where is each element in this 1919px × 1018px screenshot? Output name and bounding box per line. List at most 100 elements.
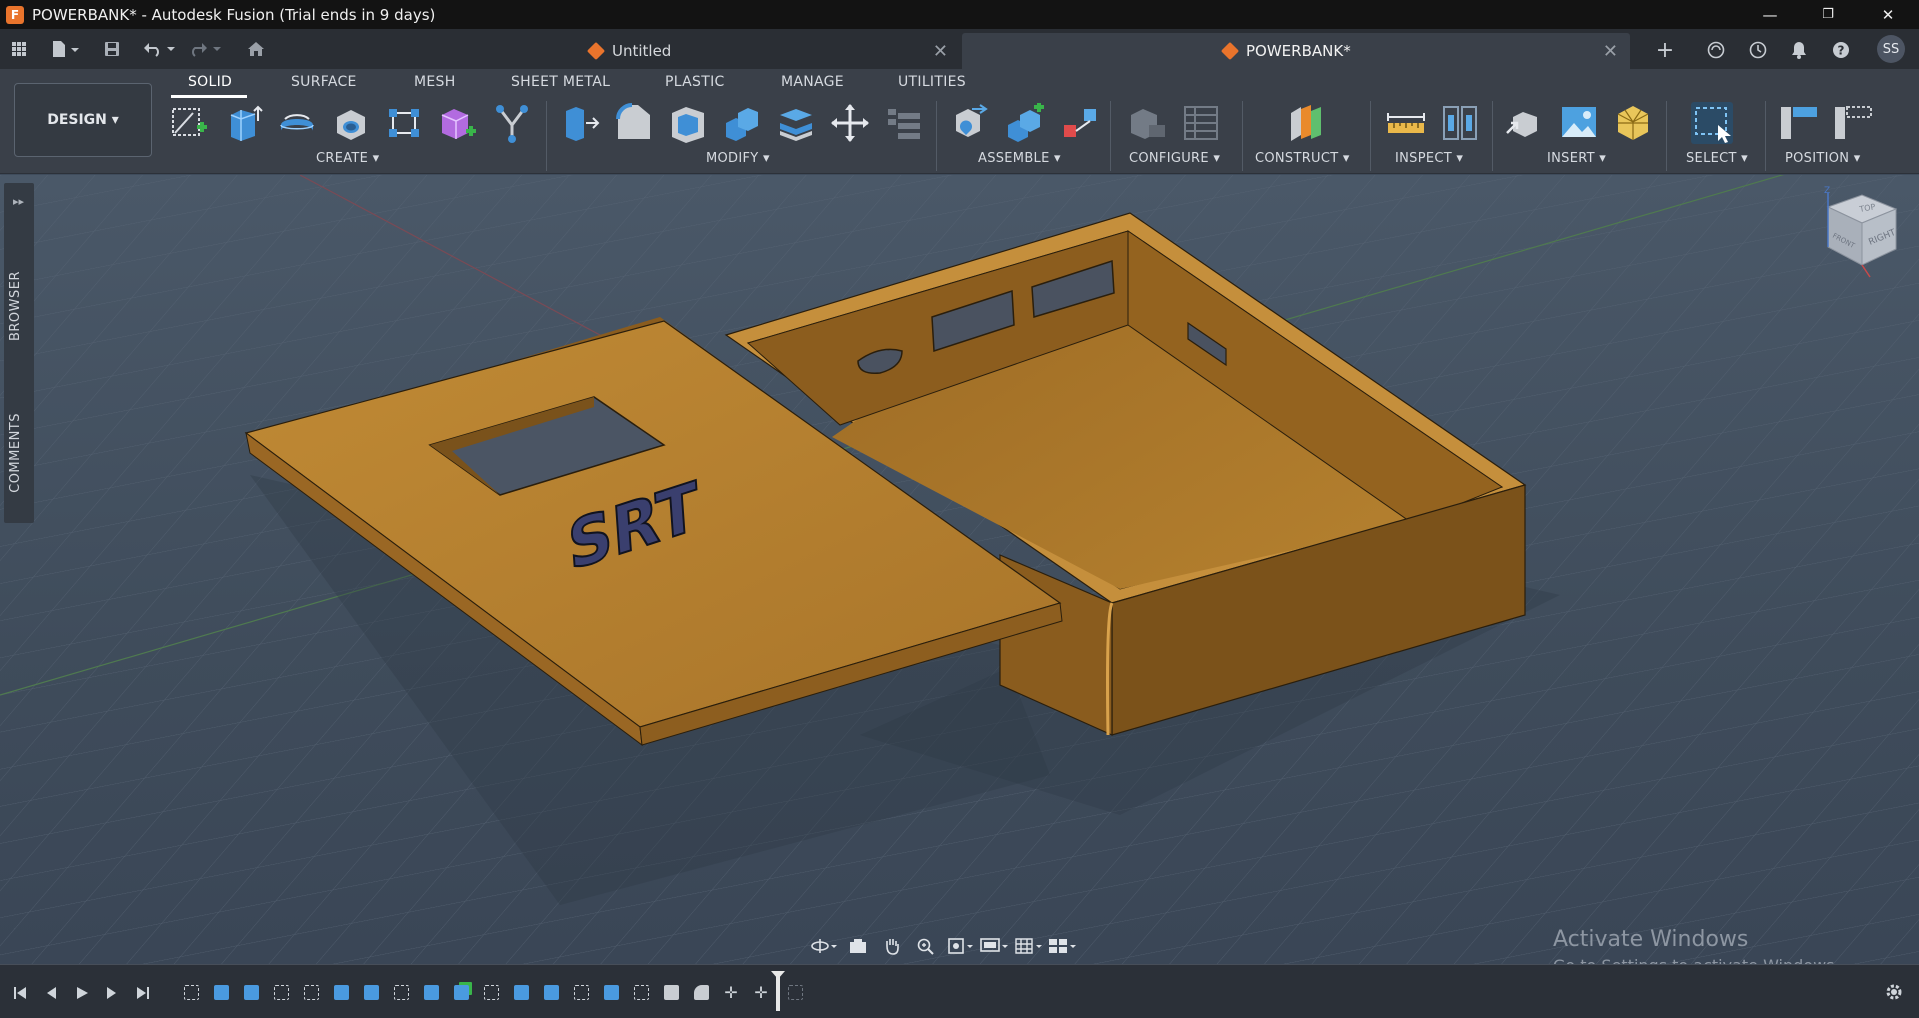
as-built-joint-tool[interactable] <box>1059 102 1101 144</box>
timeline-component-feature[interactable] <box>451 981 471 1003</box>
group-create-label[interactable]: CREATE ▾ <box>316 151 379 166</box>
offset-plane-tool[interactable] <box>1286 102 1328 144</box>
timeline-move-feature[interactable]: ✛ <box>721 981 741 1003</box>
joint-tool[interactable] <box>1005 102 1047 144</box>
tab-sheet-metal[interactable]: SHEET METAL <box>511 74 610 90</box>
hole-tool[interactable] <box>330 102 372 144</box>
combine-tool[interactable] <box>721 102 763 144</box>
move-copy-tool[interactable] <box>829 102 871 144</box>
group-configure-label[interactable]: CONFIGURE ▾ <box>1129 151 1220 166</box>
timeline-shell-feature[interactable] <box>661 981 681 1003</box>
orbit-icon[interactable] <box>810 934 838 958</box>
timeline-sketch-feature[interactable] <box>391 981 411 1003</box>
zoom-icon[interactable] <box>912 934 940 958</box>
offset-face-tool[interactable] <box>775 102 817 144</box>
timeline-extrude-feature[interactable] <box>331 981 351 1003</box>
tab-untitled[interactable]: Untitled ✕ <box>560 33 960 69</box>
derive-tool[interactable] <box>491 102 533 144</box>
create-form-tool[interactable] <box>437 102 479 144</box>
timeline-extrude-feature[interactable] <box>601 981 621 1003</box>
timeline-sketch-feature[interactable] <box>481 981 501 1003</box>
go-to-start-icon[interactable] <box>9 983 31 1003</box>
viewports-icon[interactable] <box>1048 934 1076 958</box>
change-parameters-tool[interactable] <box>883 102 925 144</box>
timeline-move-feature[interactable]: ✛ <box>751 981 771 1003</box>
fit-view-icon[interactable] <box>946 934 974 958</box>
3d-viewport[interactable]: SRT ▸▸ BROWSER COMMENTS TOP RIGHT FRONT … <box>0 175 1919 964</box>
tab-solid[interactable]: SOLID <box>188 74 232 90</box>
capture-position-tool[interactable] <box>1778 102 1820 144</box>
canvas-image-tool[interactable] <box>1558 102 1600 144</box>
group-modify-label[interactable]: MODIFY ▾ <box>706 151 770 166</box>
minimize-button[interactable]: — <box>1742 0 1798 29</box>
timeline-sketch-feature[interactable] <box>785 981 805 1003</box>
go-to-end-icon[interactable] <box>132 983 154 1003</box>
section-analysis-tool[interactable] <box>1439 102 1481 144</box>
select-tool[interactable] <box>1691 102 1733 144</box>
file-icon[interactable] <box>48 37 82 61</box>
timeline-extrude-feature[interactable] <box>511 981 531 1003</box>
group-inspect-label[interactable]: INSPECT ▾ <box>1395 151 1463 166</box>
measure-tool[interactable] <box>1385 102 1427 144</box>
look-at-icon[interactable] <box>844 934 872 958</box>
new-component-tool[interactable] <box>951 102 993 144</box>
tab-powerbank[interactable]: POWERBANK* ✕ <box>962 33 1630 69</box>
timeline-extrude-feature[interactable] <box>361 981 381 1003</box>
expand-panel-icon[interactable]: ▸▸ <box>13 195 24 208</box>
tab-surface[interactable]: SURFACE <box>291 74 357 90</box>
help-icon[interactable]: ? <box>1829 38 1853 62</box>
timeline-sketch-feature[interactable] <box>301 981 321 1003</box>
notifications-bell-icon[interactable] <box>1787 38 1811 62</box>
revolve-tool[interactable] <box>276 102 318 144</box>
fillet-tool[interactable] <box>613 102 655 144</box>
revert-position-tool[interactable] <box>1832 102 1874 144</box>
tab-manage[interactable]: MANAGE <box>781 74 844 90</box>
group-assemble-label[interactable]: ASSEMBLE ▾ <box>978 151 1061 166</box>
undo-icon[interactable] <box>142 37 178 61</box>
timeline-extrude-feature[interactable] <box>211 981 231 1003</box>
timeline-sketch-feature[interactable] <box>181 981 201 1003</box>
timeline-extrude-feature[interactable] <box>421 981 441 1003</box>
timeline-sketch-feature[interactable] <box>571 981 591 1003</box>
view-cube[interactable]: TOP RIGHT FRONT Z <box>1810 185 1910 285</box>
insert-mesh-tool[interactable] <box>1612 102 1654 144</box>
save-icon[interactable] <box>100 37 124 61</box>
configure-model-tool[interactable] <box>1126 102 1168 144</box>
timeline-settings-gear-icon[interactable] <box>1881 979 1907 1005</box>
timeline-sketch-feature[interactable] <box>631 981 651 1003</box>
close-tab-powerbank-icon[interactable]: ✕ <box>1603 41 1618 62</box>
step-forward-icon[interactable] <box>101 983 123 1003</box>
create-sketch-tool[interactable] <box>168 102 210 144</box>
extensions-icon[interactable] <box>1704 38 1728 62</box>
user-avatar[interactable]: SS <box>1877 35 1905 63</box>
browser-panel-tab[interactable]: BROWSER <box>8 271 23 341</box>
group-insert-label[interactable]: INSERT ▾ <box>1547 151 1606 166</box>
group-select-label[interactable]: SELECT ▾ <box>1686 151 1748 166</box>
rectangular-pattern-tool[interactable] <box>383 102 425 144</box>
timeline-extrude-feature[interactable] <box>541 981 561 1003</box>
timeline-extrude-feature[interactable] <box>241 981 261 1003</box>
display-settings-icon[interactable] <box>980 934 1008 958</box>
grid-settings-icon[interactable] <box>1014 934 1042 958</box>
configuration-table-tool[interactable] <box>1180 102 1222 144</box>
tab-plastic[interactable]: PLASTIC <box>665 74 725 90</box>
workspace-switcher-button[interactable]: DESIGN ▾ <box>14 83 152 157</box>
grid-icon[interactable] <box>8 37 30 61</box>
timeline-fillet-feature[interactable] <box>691 981 711 1003</box>
maximize-button[interactable]: ❐ <box>1800 0 1856 29</box>
home-icon[interactable] <box>244 37 268 61</box>
pan-hand-icon[interactable] <box>878 934 906 958</box>
model-canvas[interactable]: SRT <box>0 175 1919 964</box>
play-icon[interactable] <box>71 983 93 1003</box>
close-tab-untitled-icon[interactable]: ✕ <box>933 41 948 62</box>
step-back-icon[interactable] <box>40 983 62 1003</box>
redo-icon[interactable] <box>188 37 224 61</box>
group-position-label[interactable]: POSITION ▾ <box>1785 151 1861 166</box>
extrude-tool[interactable] <box>222 102 264 144</box>
group-construct-label[interactable]: CONSTRUCT ▾ <box>1255 151 1350 166</box>
tab-utilities[interactable]: UTILITIES <box>898 74 966 90</box>
comments-panel-tab[interactable]: COMMENTS <box>8 413 23 493</box>
timeline-sketch-feature[interactable] <box>271 981 291 1003</box>
insert-derive-tool[interactable] <box>1504 102 1546 144</box>
job-status-icon[interactable] <box>1746 38 1770 62</box>
